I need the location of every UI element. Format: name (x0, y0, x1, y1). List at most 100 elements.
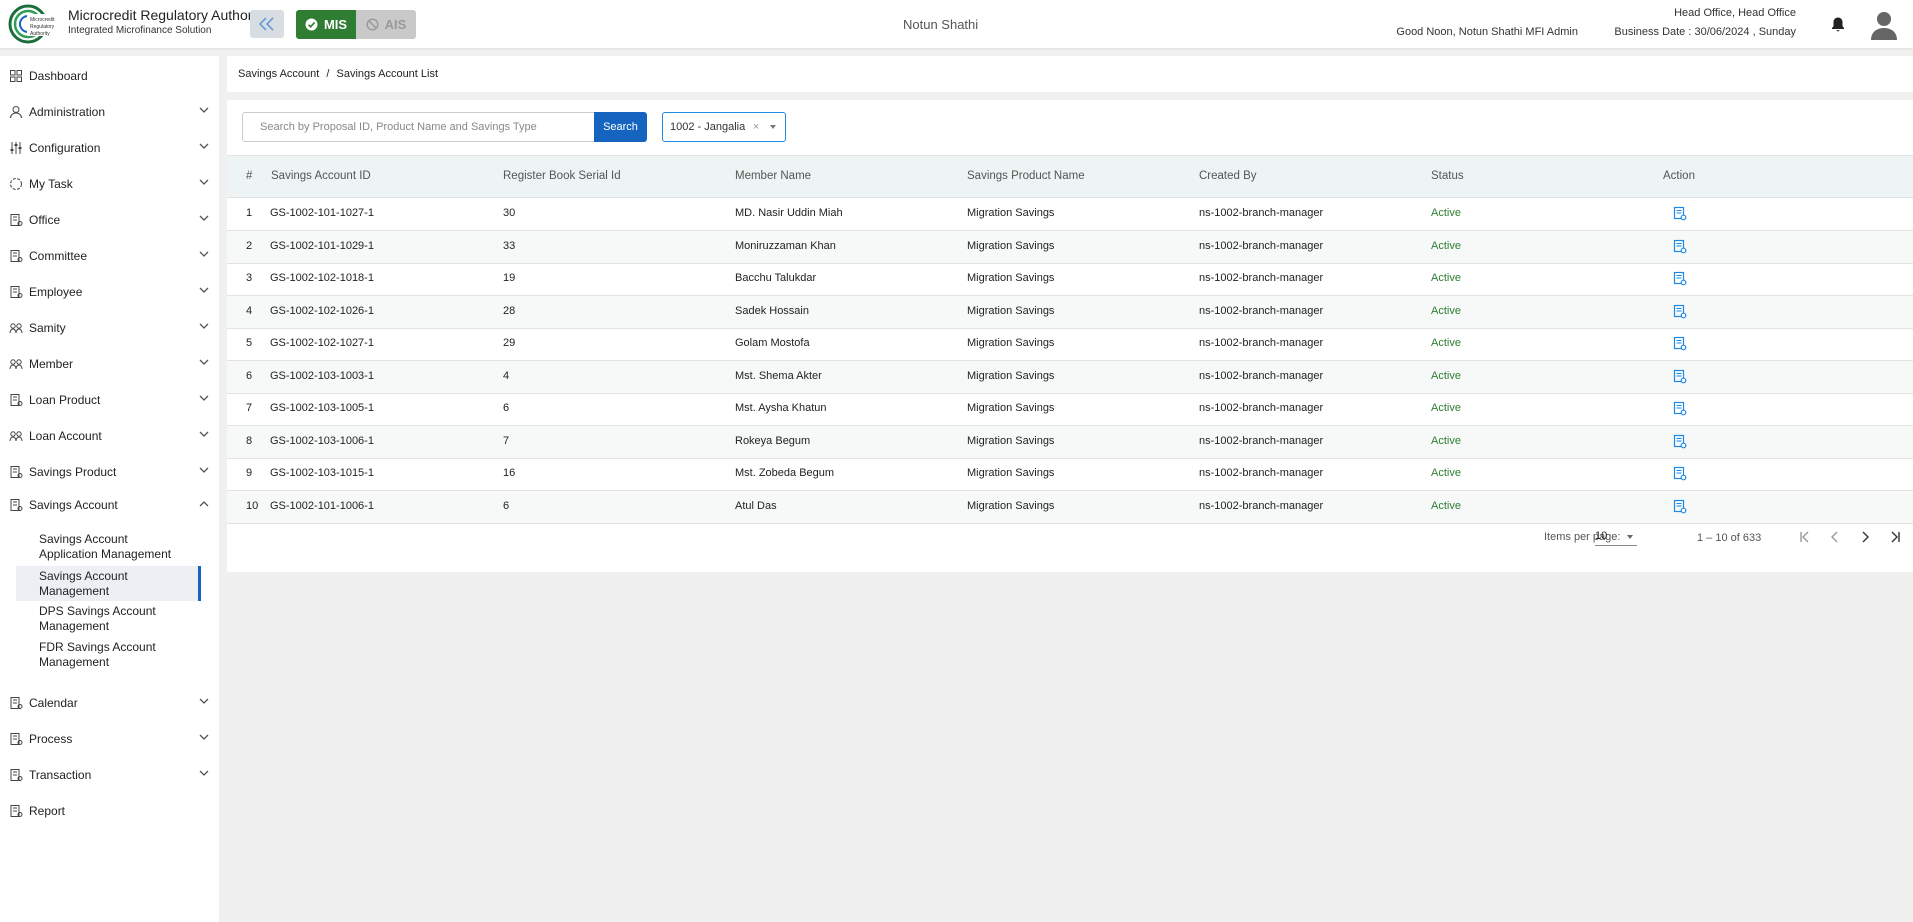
view-details-icon[interactable] (1673, 499, 1687, 517)
sidebar-item-process[interactable]: Process (0, 725, 219, 753)
col-header-action: Action (1663, 170, 1695, 182)
view-details-icon[interactable] (1673, 239, 1687, 257)
view-details-icon[interactable] (1673, 401, 1687, 419)
sidebar-item-label: Calendar (29, 696, 78, 710)
sidebar-item-committee[interactable]: Committee (0, 242, 219, 270)
breadcrumb-current: Savings Account List (336, 68, 439, 80)
cell-product-name: Migration Savings (967, 304, 1055, 317)
cell-index: 6 (246, 369, 253, 382)
user-avatar-icon[interactable] (1870, 10, 1898, 40)
chevron-down-icon (199, 323, 209, 329)
sidebar-item-samity[interactable]: Samity (0, 314, 219, 342)
submenu-dps-savings-management[interactable]: DPS Savings Account Management (16, 604, 201, 636)
next-page-icon[interactable] (1857, 529, 1873, 545)
previous-page-icon[interactable] (1827, 529, 1843, 545)
cell-member-name: Moniruzzaman Khan (735, 239, 836, 252)
col-header-status[interactable]: Status (1431, 170, 1464, 182)
view-details-icon[interactable] (1673, 336, 1687, 354)
cell-product-name: Migration Savings (967, 467, 1055, 479)
cell-created-by: ns-1002-branch-manager (1199, 304, 1324, 317)
ais-toggle-button[interactable]: AIS (356, 10, 416, 39)
col-header-serial[interactable]: Register Book Serial Id (503, 170, 621, 182)
svg-text:Regulatory: Regulatory (30, 24, 55, 30)
sidebar-item-label: Dashboard (29, 69, 88, 83)
view-details-icon[interactable] (1673, 206, 1687, 224)
first-page-icon[interactable] (1797, 529, 1813, 545)
double-chevron-left-icon (258, 17, 274, 31)
cell-product-name: Migration Savings (967, 499, 1055, 512)
chevron-down-icon (199, 770, 209, 776)
sidebar-item-label: Loan Account (29, 429, 102, 443)
sidebar-item-report[interactable]: Report (0, 797, 219, 825)
page-size-value: 10 (1595, 530, 1608, 542)
top-header: Microcredit Regulatory Authority Microcr… (0, 0, 1913, 48)
sidebar-item-member[interactable]: Member (0, 350, 219, 378)
submenu-savings-application-management[interactable]: Savings Account Application Management (16, 532, 201, 562)
page-size-select[interactable]: 10 (1595, 530, 1637, 546)
mra-logo: Microcredit Regulatory Authority (8, 4, 57, 44)
col-header-account-id[interactable]: Savings Account ID (271, 170, 371, 182)
svg-text:Microcredit: Microcredit (30, 17, 55, 23)
transaction-icon (10, 769, 23, 781)
cell-serial: 6 (503, 499, 510, 512)
samity-icon (9, 323, 23, 334)
col-header-member[interactable]: Member Name (735, 170, 811, 182)
view-details-icon[interactable] (1673, 466, 1687, 484)
sidebar-item-loan-product[interactable]: Loan Product (0, 386, 219, 414)
sidebar-item-configuration[interactable]: Configuration (0, 134, 219, 162)
cell-status: Active (1431, 304, 1461, 317)
dropdown-arrow-icon (1627, 535, 1633, 539)
search-input[interactable]: Search by Proposal ID, Product Name and … (242, 112, 595, 142)
cell-index: 8 (246, 434, 253, 447)
office-icon (10, 214, 23, 226)
branch-select[interactable]: 1002 - Jangalia × (662, 112, 786, 142)
cell-index: 1 (246, 207, 253, 219)
sidebar-item-calendar[interactable]: Calendar (0, 689, 219, 717)
sidebar-item-my-task[interactable]: My Task (0, 170, 219, 198)
sidebar-item-savings-product[interactable]: Savings Product (0, 458, 219, 486)
clear-icon[interactable]: × (753, 121, 759, 133)
breadcrumb-parent[interactable]: Savings Account (238, 68, 319, 80)
notification-bell-icon[interactable] (1830, 16, 1846, 33)
sidebar-item-employee[interactable]: Employee (0, 278, 219, 306)
cell-account-id: GS-1002-102-1018-1 (270, 272, 374, 284)
cell-index: 3 (246, 272, 253, 284)
sidebar-item-label: My Task (29, 177, 73, 191)
table-header: # Savings Account ID Register Book Seria… (227, 155, 1913, 198)
cell-serial: 19 (503, 272, 516, 284)
sidebar-item-administration[interactable]: Administration (0, 98, 219, 126)
submenu-savings-account-management[interactable]: Savings Account Management (16, 566, 201, 601)
col-header-product[interactable]: Savings Product Name (967, 170, 1085, 182)
dropdown-arrow-icon[interactable] (770, 125, 776, 129)
collapse-sidebar-button[interactable] (250, 10, 284, 38)
chevron-down-icon (199, 179, 209, 185)
search-button[interactable]: Search (594, 112, 647, 142)
last-page-icon[interactable] (1887, 529, 1903, 545)
cell-serial: 7 (503, 434, 510, 447)
sidebar-item-label: Committee (29, 249, 88, 263)
col-header-created-by[interactable]: Created By (1199, 170, 1257, 182)
table-row: 9 GS-1002-103-1015-1 16 Mst. Zobeda Begum Mi… (227, 458, 1913, 491)
sidebar-nav: Dashboard Administration Configuration M… (0, 56, 219, 922)
sidebar-item-savings-account[interactable]: Savings Account (0, 491, 219, 519)
view-details-icon[interactable] (1673, 271, 1687, 289)
sidebar-item-loan-account[interactable]: Loan Account (0, 422, 219, 450)
org-subtitle: Integrated Microfinance Solution (68, 25, 212, 36)
cell-account-id: GS-1002-101-1029-1 (270, 239, 374, 252)
sidebar-item-office[interactable]: Office (0, 206, 219, 234)
view-details-icon[interactable] (1673, 434, 1687, 452)
sidebar-item-transaction[interactable]: Transaction (0, 761, 219, 789)
chevron-up-icon (199, 501, 209, 507)
sidebar-item-label: Office (29, 213, 61, 227)
view-details-icon[interactable] (1673, 304, 1687, 322)
cell-account-id: GS-1002-103-1005-1 (270, 402, 374, 414)
cell-product-name: Migration Savings (967, 337, 1055, 349)
sidebar-item-dashboard[interactable]: Dashboard (0, 62, 219, 90)
view-details-icon[interactable] (1673, 369, 1687, 387)
cell-index: 9 (246, 467, 253, 479)
cell-status: Active (1431, 207, 1461, 219)
table-row: 5 GS-1002-102-1027-1 29 Golam Mostofa Migrat… (227, 328, 1913, 361)
mis-toggle-button[interactable]: MIS (296, 10, 356, 39)
cell-index: 10 (246, 499, 259, 512)
submenu-fdr-savings-management[interactable]: FDR Savings Account Management (16, 640, 201, 672)
